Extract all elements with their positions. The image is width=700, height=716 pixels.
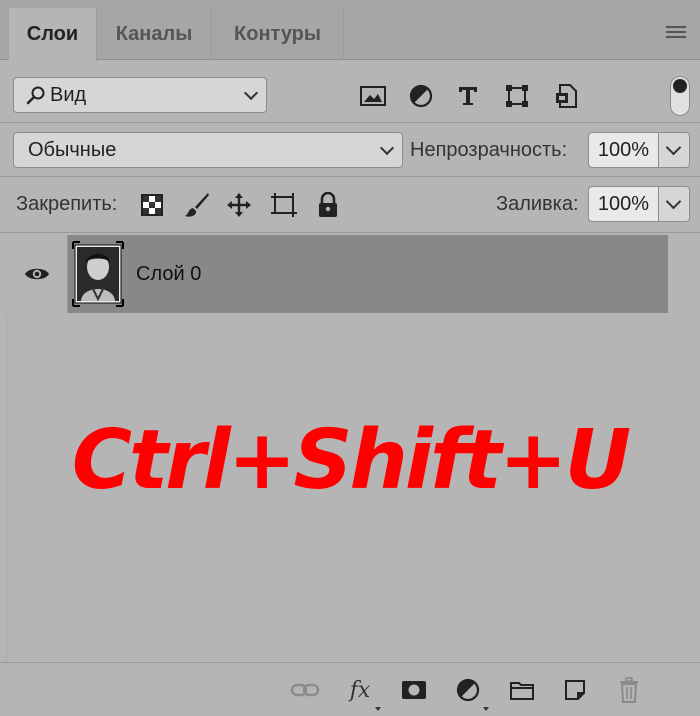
group-folder-icon[interactable] (507, 675, 537, 705)
lock-label: Закрепить: (16, 193, 118, 215)
lock-transparent-pixels-icon[interactable] (138, 191, 166, 219)
eye-icon (24, 268, 49, 280)
fill-field[interactable]: 100% (588, 186, 690, 222)
fill-label: Заливка: (496, 193, 579, 215)
layer-mask-icon[interactable] (399, 675, 429, 705)
opacity-value[interactable]: 100% (589, 133, 659, 167)
new-layer-icon[interactable] (560, 675, 590, 705)
layer-name[interactable]: Слой 0 (136, 263, 201, 286)
search-icon (26, 86, 45, 105)
lock-row: Закрепить: Заливка: 100% (0, 176, 700, 232)
filter-kind-label: Вид (50, 83, 87, 106)
chevron-down-icon[interactable] (659, 133, 689, 167)
panel-tab-bar: Слои Каналы Контуры (0, 0, 700, 61)
chevron-down-icon[interactable] (659, 187, 689, 221)
type-filter-icon[interactable] (454, 82, 482, 110)
lock-all-icon[interactable] (314, 191, 342, 219)
lock-image-pixels-icon[interactable] (183, 191, 211, 219)
tab-channels[interactable]: Каналы (97, 8, 212, 60)
chevron-down-icon (243, 85, 259, 101)
opacity-label: Непрозрачность: (410, 139, 568, 161)
fx-label: fx (349, 677, 371, 703)
layer-thumbnail[interactable] (72, 241, 124, 307)
visibility-toggle[interactable] (6, 235, 68, 313)
link-layers-icon[interactable] (290, 675, 320, 705)
layer-row[interactable]: Слой 0 (0, 235, 668, 313)
filter-toggle[interactable] (670, 76, 690, 116)
smart-object-filter-icon[interactable] (552, 82, 580, 110)
layers-footer-toolbar: fx (0, 662, 700, 716)
filter-row: Вид (0, 62, 700, 122)
trash-icon[interactable] (614, 675, 644, 705)
blend-mode-select[interactable]: Обычные (13, 132, 403, 168)
tab-layers[interactable]: Слои (9, 8, 97, 61)
blend-mode-label: Обычные (28, 138, 117, 161)
lock-artboard-icon[interactable] (270, 191, 298, 219)
chevron-down-icon (379, 140, 395, 156)
panel-menu-icon[interactable] (666, 26, 686, 40)
tab-paths[interactable]: Контуры (212, 8, 344, 60)
adjustment-layer-icon[interactable] (453, 675, 489, 711)
opacity-field[interactable]: 100% (588, 132, 690, 168)
filter-kind-select[interactable]: Вид (13, 77, 267, 113)
shape-filter-icon[interactable] (503, 82, 531, 110)
lock-position-icon[interactable] (225, 191, 253, 219)
fill-value[interactable]: 100% (589, 187, 659, 221)
fx-icon[interactable]: fx (345, 675, 381, 711)
image-filter-icon[interactable] (359, 82, 387, 110)
shortcut-overlay-text: Ctrl+Shift+U (71, 413, 631, 508)
adjustment-filter-icon[interactable] (407, 82, 435, 110)
blend-row: Обычные Непрозрачность: 100% (0, 122, 700, 176)
